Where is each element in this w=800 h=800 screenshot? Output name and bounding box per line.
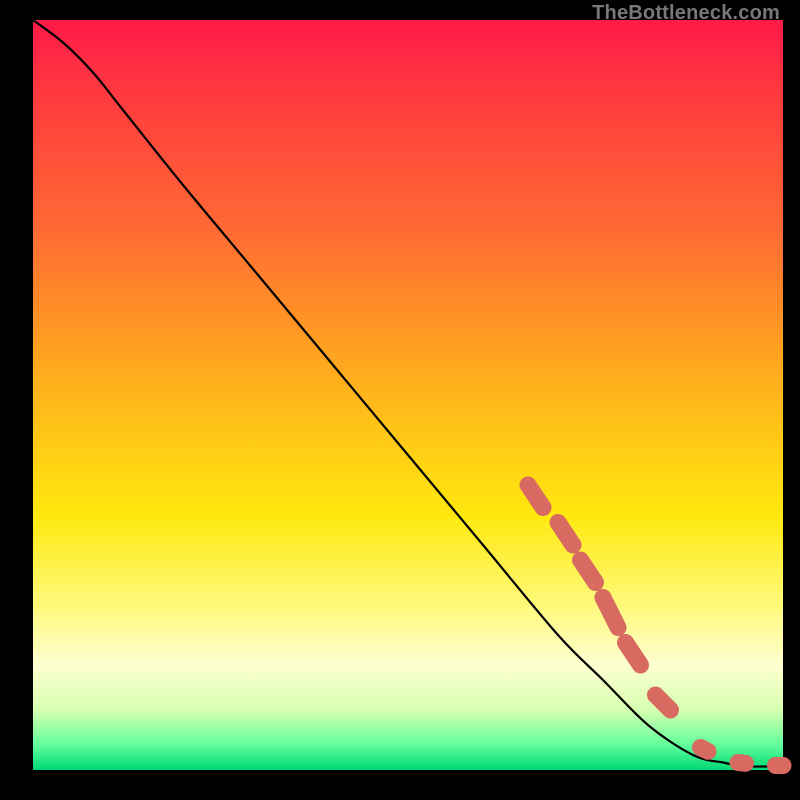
marker-pill [603, 598, 618, 628]
chart-frame: TheBottleneck.com [0, 0, 800, 800]
plot-area [33, 20, 783, 770]
marker-pill [656, 695, 671, 710]
bottleneck-curve [33, 20, 783, 767]
marker-pill [558, 523, 573, 546]
marker-pill [738, 763, 746, 764]
marker-pill [626, 643, 641, 666]
marker-pill [581, 560, 596, 583]
plot-overlay [33, 20, 783, 770]
marker-pill [528, 485, 543, 508]
marker-layer [528, 485, 783, 766]
marker-pill [701, 748, 709, 752]
